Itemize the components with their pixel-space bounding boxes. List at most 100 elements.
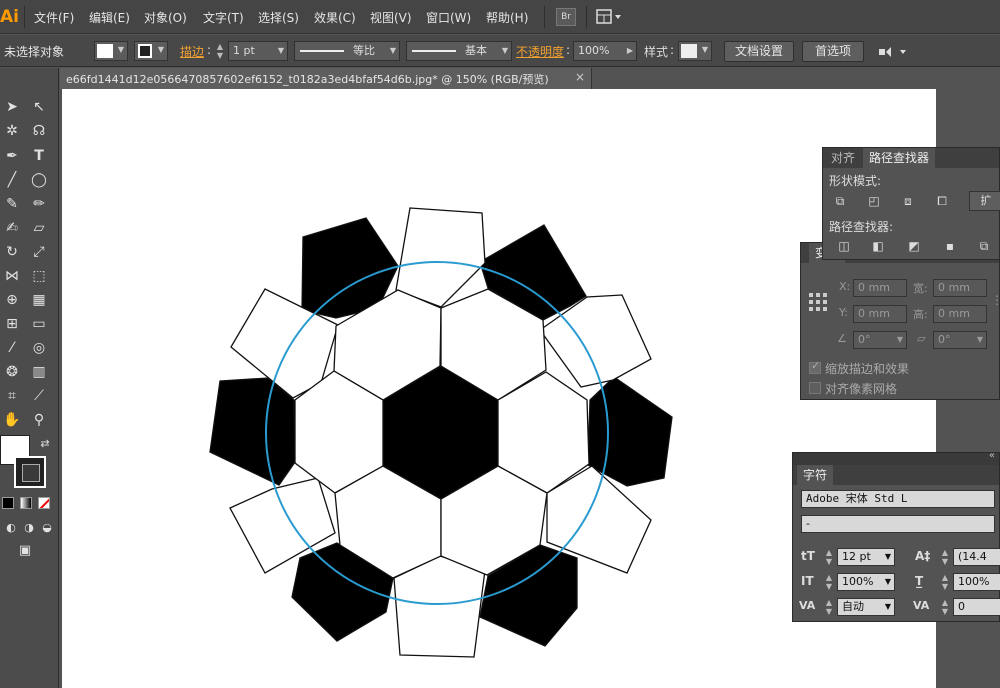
magic-wand-tool-icon[interactable]: ✲ [1, 120, 23, 142]
ellipse-tool-icon[interactable]: ◯ [28, 169, 50, 191]
selection-tool-icon[interactable]: ➤ [1, 96, 23, 118]
swap-fill-stroke-icon[interactable]: ⇄ [34, 433, 56, 455]
pen-tool-icon[interactable]: ✒ [1, 145, 23, 167]
free-transform-tool-icon[interactable]: ⬚ [28, 265, 50, 287]
stroke-color-swatch[interactable] [14, 456, 46, 488]
vertical-scale-field[interactable]: 100% ▼ [837, 573, 895, 591]
blob-brush-tool-icon[interactable]: ✍ [1, 217, 23, 239]
trim-icon[interactable]: ◧ [867, 236, 889, 256]
kerning-stepper[interactable]: ▲ ▼ [823, 598, 835, 616]
stroke-weight-stepper[interactable]: ▲ ▼ [214, 42, 226, 60]
document-setup-button[interactable]: 文档设置 [724, 41, 794, 62]
menu-view[interactable]: 视图(V) [370, 9, 412, 26]
divide-icon[interactable]: ◫ [833, 236, 855, 256]
exclude-icon[interactable]: ⧠ [931, 191, 953, 211]
perspective-grid-tool-icon[interactable]: ▦ [28, 289, 50, 311]
outline-icon[interactable]: ⧉ [973, 236, 995, 256]
scale-strokes-checkbox[interactable]: ✓ [809, 359, 821, 374]
menu-type[interactable]: 文字(T) [203, 9, 244, 26]
height-field[interactable]: 0 mm [933, 305, 987, 323]
document-tab[interactable]: e66fd1441d12e0566470857602ef6152_t0182a3… [60, 68, 592, 89]
arrange-documents-button[interactable] [596, 9, 622, 25]
menu-help[interactable]: 帮助(H) [486, 9, 528, 26]
check-icon: ✓ [811, 359, 821, 372]
crop-icon[interactable]: ▪ [939, 236, 961, 256]
blend-tool-icon[interactable]: ◎ [28, 337, 50, 359]
draw-inside-icon[interactable]: ◒ [36, 517, 58, 539]
paintbrush-tool-icon[interactable]: ✎ [1, 193, 23, 215]
menu-object[interactable]: 对象(O) [144, 9, 187, 26]
eyedropper-tool-icon[interactable]: ⁄ [1, 337, 23, 359]
brush-definition-dropdown[interactable]: 基本 ▼ [406, 41, 512, 61]
lasso-tool-icon[interactable]: ☊ [28, 120, 50, 142]
shear-field[interactable]: 0° ▼ [933, 331, 987, 349]
shape-builder-tool-icon[interactable]: ⊕ [1, 289, 23, 311]
type-tool-icon[interactable]: T [28, 145, 50, 167]
menu-window[interactable]: 窗口(W) [426, 9, 471, 26]
graphic-style-dropdown[interactable]: ▼ [678, 41, 712, 61]
line-segment-tool-icon[interactable]: ╱ [1, 169, 23, 191]
tracking-stepper[interactable]: ▲ ▼ [939, 598, 951, 616]
width-field[interactable]: 0 mm [933, 279, 987, 297]
scale-tool-icon[interactable]: ⤢ [28, 241, 50, 263]
fill-color-dropdown[interactable]: ▼ [94, 41, 128, 61]
artboard-tool-icon[interactable]: ⌗ [1, 385, 23, 407]
width-tool-icon[interactable]: ⋈ [1, 265, 23, 287]
horizontal-scale-field[interactable]: 100% [953, 573, 1000, 591]
arrange-icon-dropdown[interactable] [878, 44, 910, 60]
merge-icon[interactable]: ◩ [903, 236, 925, 256]
horizontal-scale-stepper[interactable]: ▲ ▼ [939, 573, 951, 591]
leading-field[interactable]: (14.4 [953, 548, 1000, 566]
leading-stepper[interactable]: ▲ ▼ [939, 548, 951, 566]
stroke-label[interactable]: 描边 [180, 43, 204, 60]
rotate-field[interactable]: 0° ▼ [853, 331, 907, 349]
menu-file[interactable]: 文件(F) [34, 9, 74, 26]
zoom-tool-icon[interactable]: ⚲ [28, 409, 50, 431]
stroke-weight-input[interactable]: 1 pt ▼ [228, 41, 288, 61]
gradient-tool-icon[interactable]: ▭ [28, 313, 50, 335]
slice-tool-icon[interactable]: ⟋ [28, 385, 50, 407]
intersect-icon[interactable]: ⧈ [897, 191, 919, 211]
expand-button[interactable]: 扩 [969, 191, 1000, 211]
mesh-tool-icon[interactable]: ⊞ [1, 313, 23, 335]
kerning-field[interactable]: 自动 ▼ [837, 598, 895, 616]
y-position-field[interactable]: 0 mm [853, 305, 907, 323]
variable-width-profile-dropdown[interactable]: 等比 ▼ [294, 41, 400, 61]
tab-align[interactable]: 对齐 [825, 148, 861, 168]
column-graph-tool-icon[interactable]: ▥ [28, 361, 50, 383]
preferences-button[interactable]: 首选项 [802, 41, 864, 62]
font-size-stepper[interactable]: ▲ ▼ [823, 548, 835, 566]
font-style-field[interactable]: - [801, 515, 995, 533]
stroke-color-dropdown[interactable]: ▼ [134, 41, 168, 61]
link-icon[interactable]: ⋮ [991, 293, 1000, 307]
reference-point-icon[interactable] [809, 293, 827, 311]
menu-edit[interactable]: 编辑(E) [89, 9, 130, 26]
tracking-field[interactable]: 0 [953, 598, 1000, 616]
gradient-mode-icon[interactable] [20, 497, 32, 509]
collapse-icon[interactable]: « [989, 450, 995, 461]
unite-icon[interactable]: ⧉ [829, 191, 851, 211]
direct-selection-tool-icon[interactable]: ↖ [28, 96, 50, 118]
color-mode-icon[interactable] [2, 497, 14, 509]
symbol-sprayer-tool-icon[interactable]: ❂ [1, 361, 23, 383]
tab-character[interactable]: 字符 [797, 465, 834, 485]
vertical-scale-stepper[interactable]: ▲ ▼ [823, 573, 835, 591]
tab-pathfinder[interactable]: 路径查找器 [863, 148, 936, 168]
font-size-field[interactable]: 12 pt ▼ [837, 548, 895, 566]
pencil-tool-icon[interactable]: ✏ [28, 193, 50, 215]
rotate-tool-icon[interactable]: ↻ [1, 241, 23, 263]
opacity-label[interactable]: 不透明度 [516, 43, 564, 60]
close-icon[interactable]: × [575, 70, 585, 84]
menu-effect[interactable]: 效果(C) [314, 9, 356, 26]
minus-front-icon[interactable]: ◰ [863, 191, 885, 211]
screen-mode-icon[interactable]: ▣ [14, 540, 36, 562]
eraser-tool-icon[interactable]: ▱ [28, 217, 50, 239]
bridge-button[interactable]: Br [556, 8, 576, 26]
x-position-field[interactable]: 0 mm [853, 279, 907, 297]
align-pixel-grid-checkbox[interactable] [809, 382, 821, 394]
opacity-input[interactable]: 100% ▶ [573, 41, 637, 61]
none-mode-icon[interactable] [38, 497, 50, 509]
hand-tool-icon[interactable]: ✋ [1, 409, 23, 431]
menu-select[interactable]: 选择(S) [258, 9, 299, 26]
font-family-field[interactable]: Adobe 宋体 Std L [801, 490, 995, 508]
